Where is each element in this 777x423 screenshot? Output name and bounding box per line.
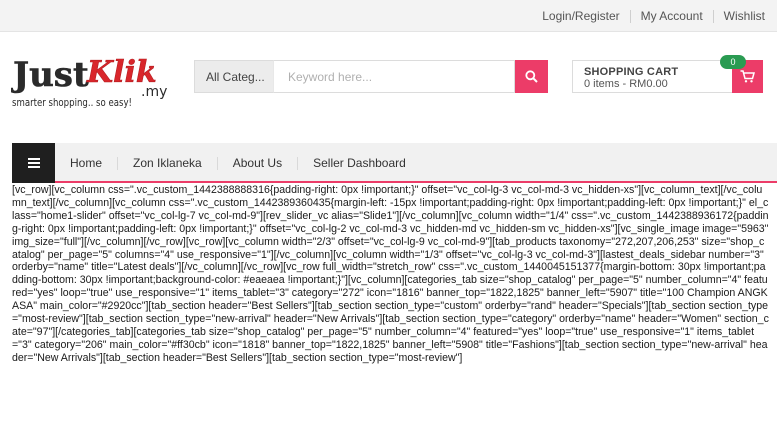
- search-button[interactable]: [515, 60, 548, 93]
- nav-item-zon-iklaneka[interactable]: Zon Iklaneka: [118, 156, 218, 170]
- nav-item-home[interactable]: Home: [55, 156, 119, 170]
- divider: [712, 9, 714, 23]
- cart-icon: [740, 70, 755, 83]
- nav-item-about-us[interactable]: About Us: [218, 156, 299, 170]
- my-account-link[interactable]: My Account: [641, 9, 703, 23]
- nav-items: Home Zon Iklaneka About Us Seller Dashbo…: [55, 143, 421, 183]
- menu-toggle-button[interactable]: [12, 143, 55, 183]
- login-register-link[interactable]: Login/Register: [542, 9, 619, 23]
- top-links: Login/Register My Account Wishlist: [542, 9, 765, 23]
- category-select[interactable]: All Categ...: [194, 60, 273, 93]
- search-input[interactable]: Keyword here...: [273, 60, 515, 93]
- nav-item-seller-dashboard[interactable]: Seller Dashboard: [298, 156, 421, 170]
- divider: [629, 9, 631, 23]
- cart-count-badge: 0: [720, 55, 746, 69]
- logo-suffix: .my: [141, 84, 167, 100]
- category-select-label: All Categ...: [206, 69, 265, 84]
- page-content-shortcodes: [vc_row][vc_column css=".vc_custom_14423…: [12, 184, 769, 364]
- cart-title: SHOPPING CART: [584, 66, 679, 78]
- cart-summary: 0 items - RM0.00: [584, 78, 668, 90]
- logo-just: Just: [11, 55, 89, 95]
- logo-tagline: smarter shopping.. so easy!: [12, 96, 132, 109]
- site-logo[interactable]: Just Klik .my smarter shopping.. so easy…: [11, 52, 183, 114]
- search-bar: All Categ... Keyword here...: [194, 60, 548, 93]
- main-navigation: Home Zon Iklaneka About Us Seller Dashbo…: [12, 143, 777, 183]
- hamburger-icon: [27, 158, 40, 168]
- search-icon: [525, 70, 538, 83]
- wishlist-link[interactable]: Wishlist: [724, 9, 765, 23]
- top-bar: Login/Register My Account Wishlist: [0, 0, 777, 32]
